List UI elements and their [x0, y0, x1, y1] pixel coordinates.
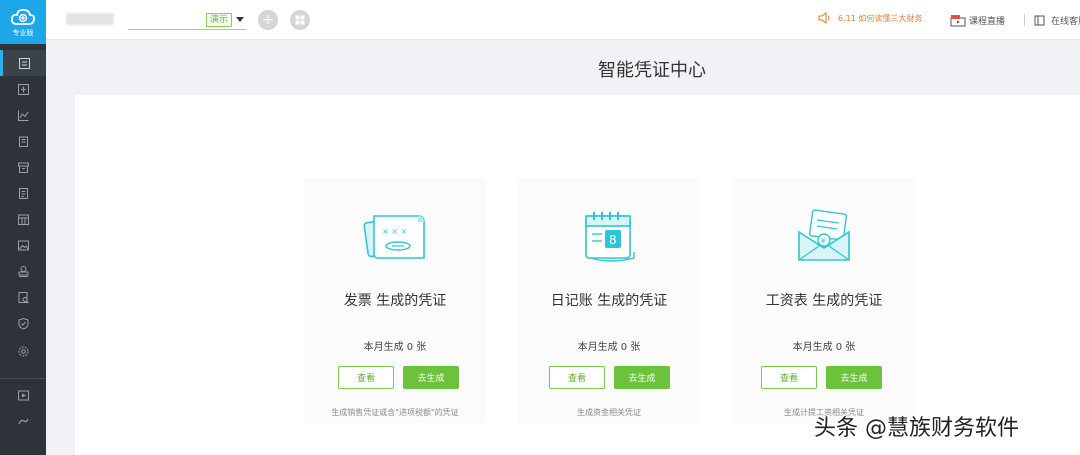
envelope-icon: ¥: [798, 209, 850, 261]
sidebar-item-settings[interactable]: [0, 338, 46, 364]
plus-icon: +: [262, 12, 274, 28]
grid-button[interactable]: [290, 10, 310, 30]
cloud-logo-icon: [10, 8, 36, 25]
book-icon: [1034, 15, 1045, 26]
view-button[interactable]: 查看: [761, 366, 817, 389]
topbar-separator: [1024, 14, 1025, 26]
generate-button[interactable]: 去生成: [614, 366, 670, 389]
card-title: 工资表 生成的凭证: [765, 293, 883, 309]
generate-button[interactable]: 去生成: [826, 366, 882, 389]
invoice-icon: [18, 187, 28, 199]
view-button[interactable]: 查看: [338, 366, 394, 389]
card-count: 本月生成 0 张: [577, 342, 641, 353]
sidebar-item-voucher[interactable]: [0, 50, 46, 76]
course-live-label: 课程直播: [969, 17, 1006, 27]
svg-text:× × ×: × × ×: [382, 227, 407, 236]
sidebar-item-table[interactable]: [0, 206, 46, 232]
card-description: 生成销售凭证或含"进项税额"的凭证: [331, 408, 459, 417]
grid-icon: [295, 15, 305, 25]
demo-badge: 演示: [206, 13, 233, 27]
app-logo[interactable]: 专业版: [0, 0, 46, 44]
sidebar-item-report[interactable]: [0, 284, 46, 310]
svg-text:¥: ¥: [821, 237, 826, 246]
card-count: 本月生成 0 张: [363, 342, 427, 353]
sidebar-item-stamp[interactable]: [0, 258, 46, 284]
course-live-link[interactable]: 课程直播: [950, 14, 1005, 27]
online-service-link[interactable]: 在线客服: [1034, 14, 1080, 27]
top-bar: 演示 + 6.11 如何读懂三大财务 课程直播 在线客服: [46, 0, 1080, 40]
calendar-icon: 8: [585, 212, 635, 262]
sidebar-item-building[interactable]: [0, 128, 46, 154]
building-icon: [18, 136, 28, 147]
watermark-text: 头条 @慧族财务软件: [814, 416, 1019, 441]
svg-text:8: 8: [609, 233, 617, 247]
view-button[interactable]: 查看: [549, 366, 605, 389]
sidebar-item-chart[interactable]: [0, 102, 46, 128]
journal-voucher-card: 8 日记账 生成的凭证 本月生成 0 张 查看 去生成 生成资金相关凭证: [518, 178, 700, 423]
card-title: 发票 生成的凭证: [343, 293, 447, 309]
chart-icon: [17, 110, 28, 121]
sidebar-item-link[interactable]: [0, 408, 46, 434]
company-name-blurred: [66, 13, 114, 25]
sidebar: 专业版: [0, 0, 46, 455]
sidebar-item-image[interactable]: [0, 232, 46, 258]
live-tv-icon: [950, 14, 966, 26]
video-icon: [17, 390, 29, 400]
invoice-icon: × × ×: [363, 215, 425, 259]
report-icon: [18, 291, 29, 303]
sidebar-item-ledger[interactable]: [0, 76, 46, 102]
card-count: 本月生成 0 张: [792, 342, 856, 353]
chevron-down-icon[interactable]: [236, 17, 244, 22]
speaker-icon: [818, 12, 830, 24]
notice-text: 6.11 如何读懂三大财务: [838, 13, 923, 23]
image-icon: [17, 240, 29, 250]
archive-icon: [17, 162, 29, 173]
sidebar-item-invoice[interactable]: [0, 180, 46, 206]
link-icon: [17, 418, 29, 424]
sidebar-item-shield[interactable]: [0, 310, 46, 336]
sidebar-item-archive[interactable]: [0, 154, 46, 180]
logo-text: 专业版: [12, 28, 34, 37]
payroll-voucher-card: ¥ 工资表 生成的凭证 本月生成 0 张 查看 去生成 生成计提工资相关凭证: [733, 178, 915, 423]
table-icon: [17, 214, 29, 225]
stamp-icon: [18, 265, 28, 277]
voucher-icon: [19, 57, 30, 69]
sidebar-item-video[interactable]: [0, 382, 46, 408]
add-button[interactable]: +: [258, 10, 278, 30]
sidebar-divider: [0, 378, 46, 379]
card-description: 生成资金相关凭证: [577, 408, 641, 417]
online-service-label: 在线客服: [1051, 17, 1080, 27]
shield-icon: [18, 317, 28, 330]
ledger-icon: [17, 83, 29, 95]
invoice-voucher-card: × × × 发票 生成的凭证 本月生成 0 张 查看 去生成 生成销售凭证或含"…: [304, 178, 486, 423]
notice-marquee[interactable]: 6.11 如何读懂三大财务: [818, 12, 922, 24]
page-title: 智能凭证中心: [598, 60, 706, 81]
settings-icon: [18, 346, 28, 356]
generate-button[interactable]: 去生成: [403, 366, 459, 389]
card-title: 日记账 生成的凭证: [550, 293, 668, 309]
